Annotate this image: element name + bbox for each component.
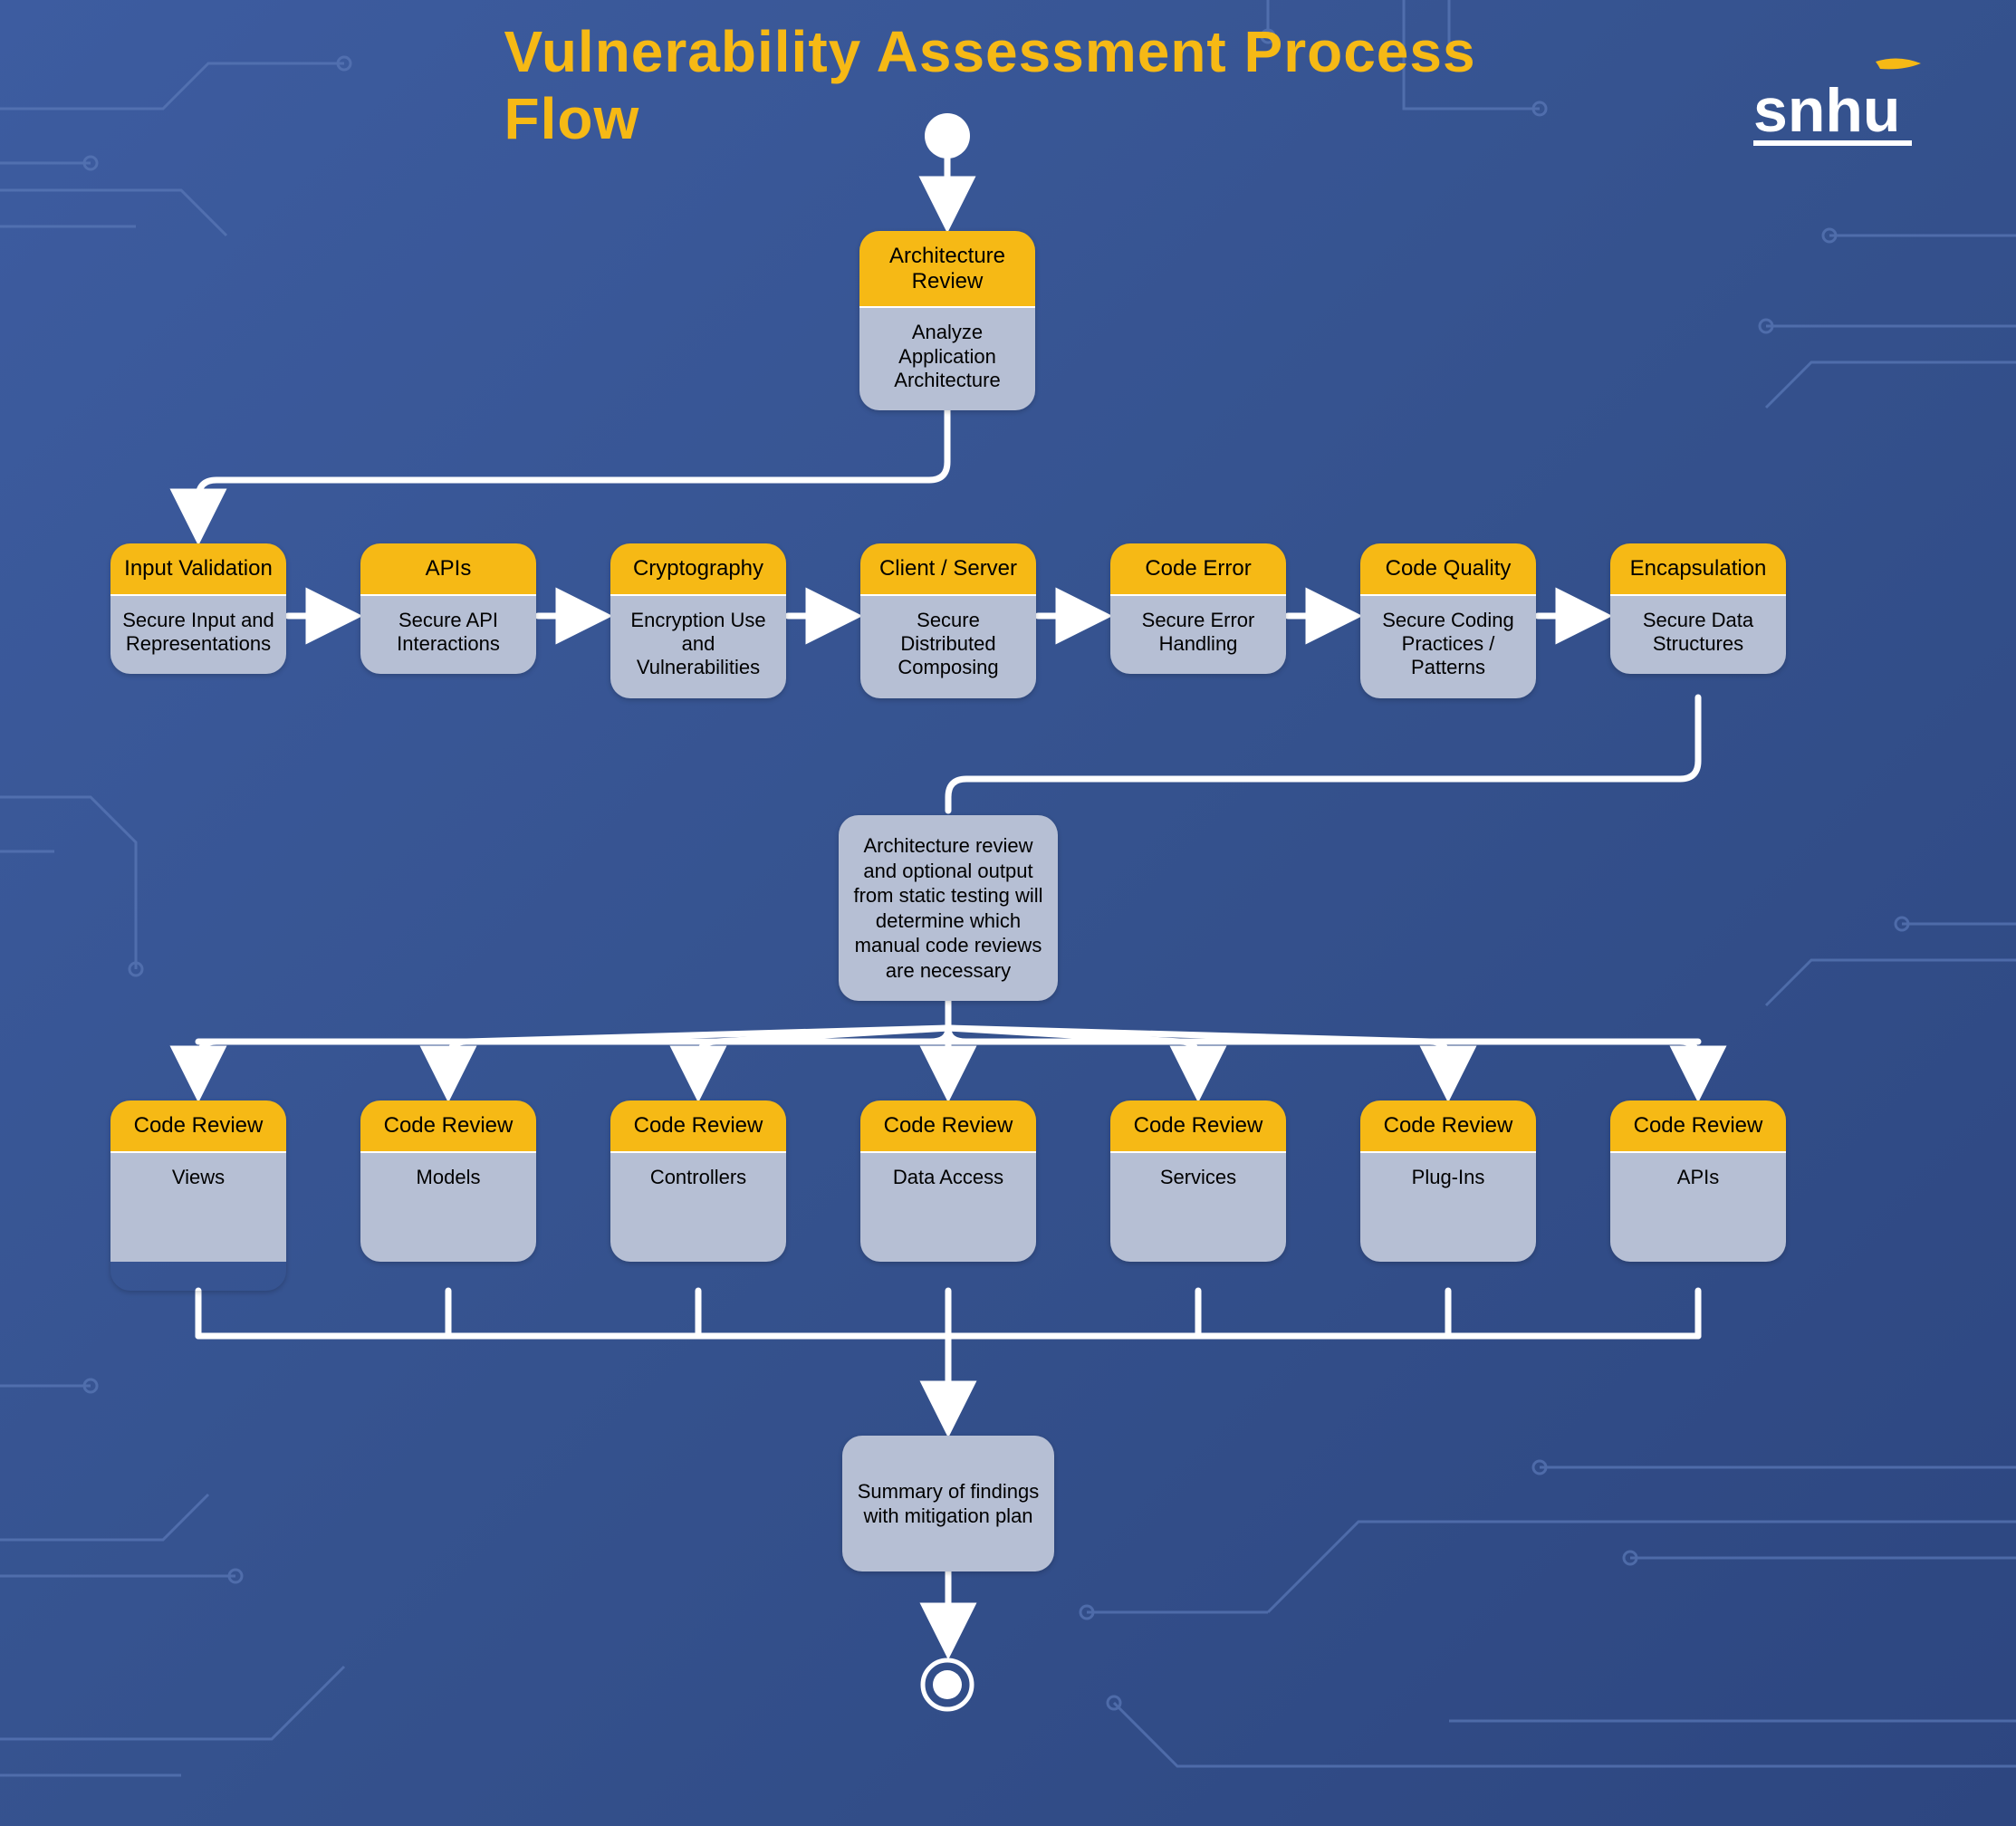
node-header: Cryptography [610, 543, 786, 596]
code-review-plugins-node: Code Review Plug-Ins [1360, 1100, 1536, 1262]
code-review-services-node: Code Review Services [1110, 1100, 1286, 1262]
node-header: Code Review [610, 1100, 786, 1153]
node-header: Encapsulation [1610, 543, 1786, 596]
code-review-views-node: Code Review Views [110, 1100, 286, 1291]
node-header: Code Review [360, 1100, 536, 1153]
node-header: Input Validation [110, 543, 286, 596]
node-body: Analyze Application Architecture [859, 308, 1035, 410]
node-body: Models [360, 1153, 536, 1262]
node-body: Secure Error Handling [1110, 596, 1286, 675]
input-validation-node: Input Validation Secure Input and Repres… [110, 543, 286, 674]
apis-node: APIs Secure API Interactions [360, 543, 536, 674]
node-header: Architecture Review [859, 231, 1035, 308]
code-review-data-access-node: Code Review Data Access [860, 1100, 1036, 1262]
code-review-controllers-node: Code Review Controllers [610, 1100, 786, 1262]
node-header: Code Review [110, 1100, 286, 1153]
code-quality-node: Code Quality Secure Coding Practices / P… [1360, 543, 1536, 698]
node-body: Controllers [610, 1153, 786, 1262]
encapsulation-node: Encapsulation Secure Data Structures [1610, 543, 1786, 674]
snhu-logo: snhu [1744, 54, 1925, 159]
page-title: Vulnerability Assessment Process Flow [504, 18, 1512, 152]
node-header: Code Quality [1360, 543, 1536, 596]
node-body: Secure API Interactions [360, 596, 536, 675]
node-header: Client / Server [860, 543, 1036, 596]
summary-box: Summary of findings with mitigation plan [842, 1436, 1054, 1571]
node-body: APIs [1610, 1153, 1786, 1262]
node-body: Services [1110, 1153, 1286, 1262]
node-header: Code Error [1110, 543, 1286, 596]
node-body: Secure Data Structures [1610, 596, 1786, 675]
code-error-node: Code Error Secure Error Handling [1110, 543, 1286, 674]
node-header: Code Review [1360, 1100, 1536, 1153]
node-body: Secure Input and Representations [110, 596, 286, 675]
svg-text:snhu: snhu [1753, 76, 1900, 145]
node-body: Secure Distributed Composing [860, 596, 1036, 698]
node-body: Plug-Ins [1360, 1153, 1536, 1262]
node-header: Code Review [1110, 1100, 1286, 1153]
architecture-review-node: Architecture Review Analyze Application … [859, 231, 1035, 410]
node-body: Encryption Use and Vulnerabilities [610, 596, 786, 698]
end-node [920, 1658, 974, 1712]
node-body: Views [110, 1153, 286, 1262]
client-server-node: Client / Server Secure Distributed Compo… [860, 543, 1036, 698]
code-review-models-node: Code Review Models [360, 1100, 536, 1262]
code-review-apis-node: Code Review APIs [1610, 1100, 1786, 1262]
node-body: Data Access [860, 1153, 1036, 1262]
node-body: Secure Coding Practices / Patterns [1360, 596, 1536, 698]
node-header: Code Review [1610, 1100, 1786, 1153]
node-header: APIs [360, 543, 536, 596]
node-header: Code Review [860, 1100, 1036, 1153]
review-note-box: Architecture review and optional output … [839, 815, 1058, 1001]
cryptography-node: Cryptography Encryption Use and Vulnerab… [610, 543, 786, 698]
